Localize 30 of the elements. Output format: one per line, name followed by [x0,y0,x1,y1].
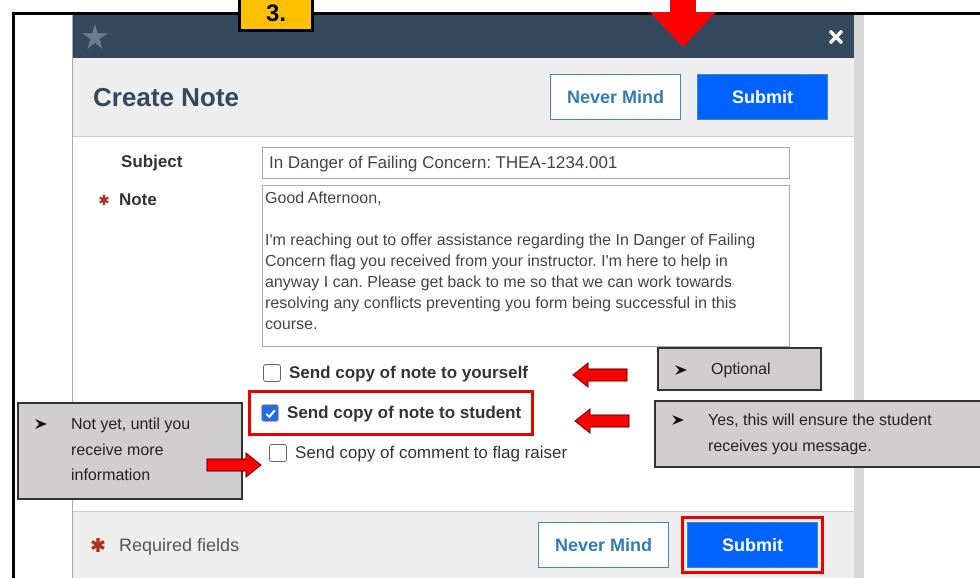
right-arrow [206,452,262,478]
step-badge: 3. [238,0,314,32]
down-arrow [650,0,716,47]
close-icon[interactable] [828,28,844,44]
left-arrow [572,362,628,388]
callout-text: Not yet, until you receive more information [71,415,192,486]
required-asterisk-icon [91,538,105,552]
dialog-title: Create Note [93,82,239,112]
note-field[interactable]: Good Afternoon, I'm reaching out to offer assistance regarding the In Danger of Failing Concern flag you received from your instructor. I'm here to help in anyway I can. Please get back to me so that we can work towards resolving any conflicts preventing you form being successful in this course. [262,185,790,347]
checkbox[interactable] [261,404,279,422]
checkbox[interactable] [269,444,287,462]
checkbox-option[interactable]: Send copy of comment to flag raiser [269,433,568,473]
header-button[interactable]: Submit [697,74,828,120]
subject-label: Subject [121,152,182,172]
header-button[interactable]: Never Mind [550,74,681,120]
required-fields-note: Required fields [119,534,240,556]
subject-field[interactable]: In Danger of Failing Concern: THEA-1234.001 [262,147,790,179]
star-icon [81,22,109,50]
bullet-arrow-icon [675,364,687,376]
left-arrow [574,408,630,434]
checkbox-option[interactable]: Send copy of note to yourself [263,353,528,393]
checkbox[interactable] [263,364,281,382]
note-label: Note [119,190,157,210]
checkbox-option[interactable]: Send copy of note to student [251,393,532,433]
callout-text: Optional [711,360,771,380]
bullet-arrow-icon [35,418,47,430]
footer-button[interactable]: Submit [687,522,818,568]
footer-button[interactable]: Never Mind [538,522,669,568]
bullet-arrow-icon [672,414,684,426]
callout-text: Yes, this will ensure the student receives you message. [708,411,933,457]
